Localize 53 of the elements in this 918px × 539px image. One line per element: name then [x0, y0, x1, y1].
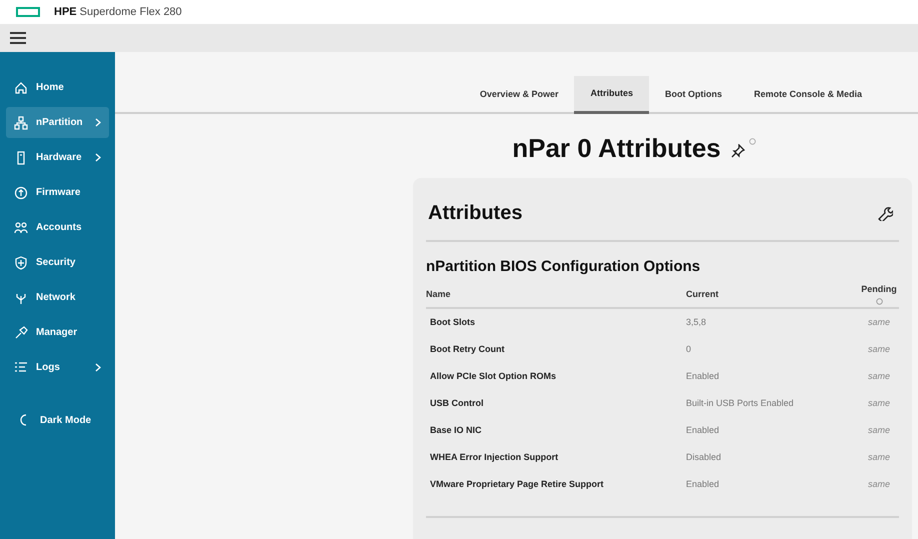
current-value: 0	[686, 342, 692, 356]
pending-value: same	[866, 396, 891, 410]
attribute-name: Base IO NIC	[430, 424, 483, 437]
attribute-name: VMware Proprietary Page Retire Support	[430, 478, 605, 491]
sidebar-item[interactable]: Firmware	[6, 177, 109, 208]
current-value: Enabled	[686, 478, 720, 491]
pending-value: same	[866, 370, 891, 383]
sidebar-item[interactable]: Network	[6, 282, 109, 313]
page-title: nPar 0 Attributes	[512, 132, 721, 164]
sidebar-item[interactable]: Accounts	[6, 212, 109, 243]
sidebar-item[interactable]: nPartition	[6, 107, 109, 138]
tab[interactable]: Attributes	[574, 76, 649, 114]
current-value: Enabled	[686, 370, 720, 383]
sidebar-item[interactable]: Hardware	[6, 142, 109, 173]
attribute-name: Boot Retry Count	[430, 342, 506, 356]
card-title: Attributes	[427, 201, 522, 226]
column-header: Current	[686, 288, 720, 300]
current-value: Enabled	[686, 424, 720, 437]
wrench-icon[interactable]	[877, 205, 893, 221]
logo-icon	[16, 7, 40, 17]
sidebar-item[interactable]: Manager	[6, 317, 109, 348]
menu-icon[interactable]	[10, 31, 26, 45]
nav-icon	[14, 256, 28, 270]
pin-icon[interactable]	[730, 144, 745, 158]
nav-icon	[14, 116, 28, 130]
section-heading: nPartition BIOS Configuration Options	[426, 257, 702, 277]
nav-icon	[14, 326, 28, 340]
pending-value: same	[866, 450, 891, 464]
tab[interactable]: Overview & Power	[464, 76, 574, 114]
attribute-name: Boot Slots	[430, 316, 476, 329]
column-header: Name	[426, 288, 452, 300]
pending-value: same	[866, 342, 891, 356]
pending-value: same	[866, 478, 891, 491]
attribute-name: Allow PCIe Slot Option ROMs	[430, 370, 557, 383]
tab[interactable]: Boot Options	[648, 76, 738, 114]
sidebar-item[interactable]: Logs	[6, 352, 109, 383]
column-header: Pending	[861, 282, 897, 296]
attribute-name: WHEA Error Injection Support	[430, 450, 560, 464]
pending-value: same	[866, 424, 891, 437]
pending-value: same	[866, 316, 891, 329]
current-value: Disabled	[686, 450, 722, 464]
nav-icon	[14, 220, 28, 234]
nav-icon	[14, 360, 28, 374]
current-value: 3,5,8	[686, 316, 708, 329]
sidebar-item[interactable]: Security	[6, 247, 109, 278]
nav-icon	[14, 186, 28, 200]
current-value: Built-in USB Ports Enabled	[686, 396, 795, 410]
sidebar-item[interactable]: Home	[6, 72, 109, 103]
product-title: HPE Superdome Flex 280	[54, 4, 182, 20]
dark-mode-button[interactable]: Dark Mode	[18, 405, 115, 435]
attribute-name: USB Control	[430, 396, 484, 410]
tab[interactable]: Remote Console & Media	[738, 76, 878, 114]
nav-icon	[14, 80, 28, 94]
